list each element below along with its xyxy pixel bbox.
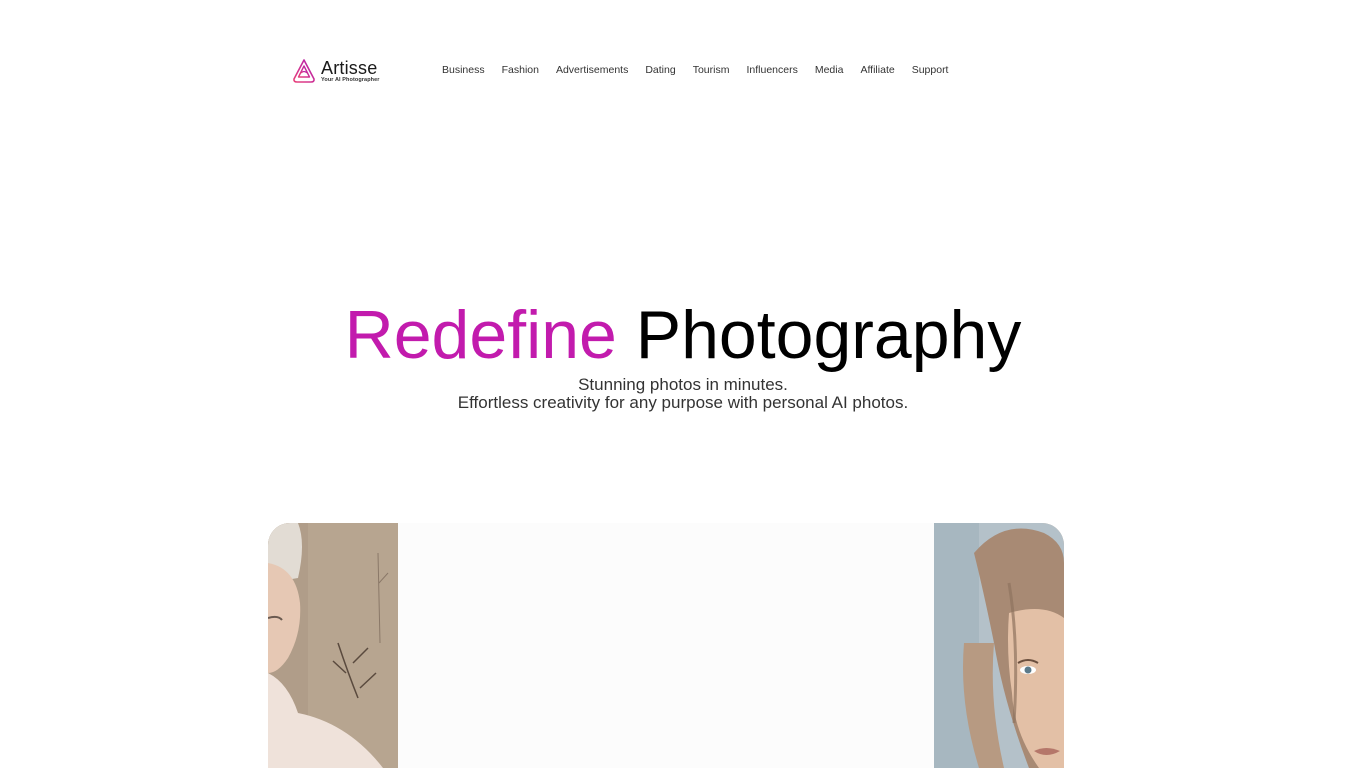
nav-item-tourism[interactable]: Tourism — [693, 64, 730, 76]
brand-tagline: Your AI Photographer — [321, 76, 380, 83]
hero-subtitle-line1: Stunning photos in minutes. — [578, 375, 788, 394]
gallery-photo-left — [268, 523, 398, 768]
hero-title-rest: Photography — [635, 297, 1022, 373]
photo-gallery — [268, 523, 1064, 768]
header: Artisse Your AI Photographer — [291, 57, 380, 85]
woman-closeup-image — [934, 523, 1064, 768]
brand-name: Artisse — [321, 57, 378, 78]
gallery-photo-right — [934, 523, 1064, 768]
page: Artisse Your AI Photographer Business Fa… — [0, 0, 1366, 768]
nav-item-support[interactable]: Support — [912, 64, 949, 76]
logo-link[interactable]: Artisse Your AI Photographer — [291, 58, 380, 84]
nav-item-influencers[interactable]: Influencers — [746, 64, 797, 76]
woman-outdoors-image — [268, 523, 398, 768]
artisse-logo-icon — [293, 59, 315, 83]
hero-subtitle: Stunning photos in minutes. Effortless c… — [0, 376, 1366, 412]
nav-item-media[interactable]: Media — [815, 64, 844, 76]
hero-subtitle-line2: Effortless creativity for any purpose wi… — [457, 393, 909, 412]
nav-item-business[interactable]: Business — [442, 64, 485, 76]
nav-item-fashion[interactable]: Fashion — [502, 64, 539, 76]
nav-item-dating[interactable]: Dating — [645, 64, 675, 76]
hero-title: Redefine Photography — [0, 297, 1366, 373]
main-nav: Business Fashion Advertisements Dating T… — [442, 64, 965, 76]
nav-item-advertisements[interactable]: Advertisements — [556, 64, 628, 76]
hero-title-accent: Redefine — [344, 297, 617, 373]
nav-item-affiliate[interactable]: Affiliate — [860, 64, 894, 76]
logo-text: Artisse Your AI Photographer — [321, 59, 380, 84]
